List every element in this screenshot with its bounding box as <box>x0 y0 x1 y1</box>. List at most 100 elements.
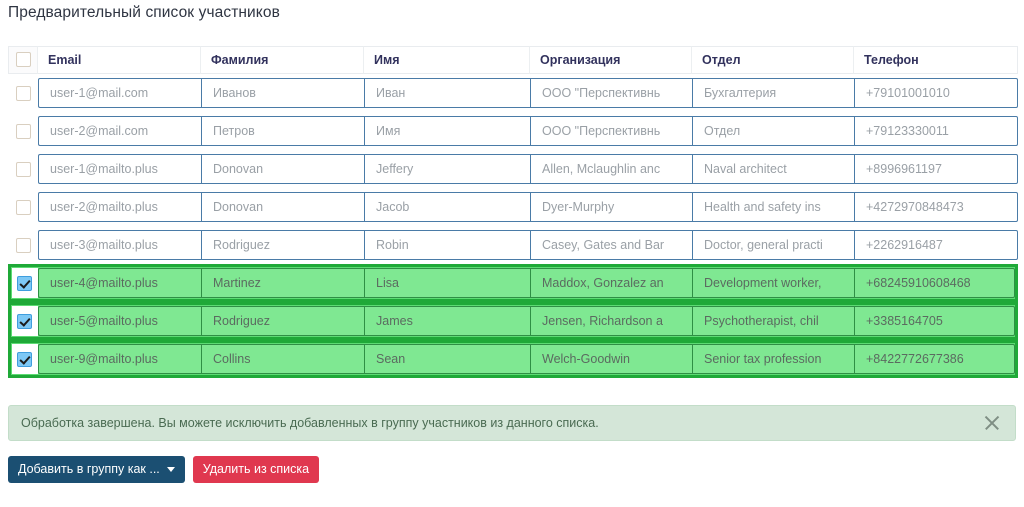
field-first_name[interactable]: Lisa <box>364 268 530 298</box>
field-last_name[interactable]: Donovan <box>201 192 364 222</box>
field-phone[interactable]: +79123330011 <box>854 116 1018 146</box>
field-last_name[interactable]: Rodriguez <box>201 306 364 336</box>
field-last_name[interactable]: Петров <box>201 116 364 146</box>
field-department[interactable]: Отдел <box>692 116 854 146</box>
field-department[interactable]: Бухгалтерия <box>692 78 854 108</box>
field-last_name[interactable]: Иванов <box>201 78 364 108</box>
row-select-checkbox[interactable] <box>17 351 32 367</box>
cell-last_name: Donovan <box>201 150 364 188</box>
table-row[interactable]: user-5@mailto.plus Rodriguez James Jensen, … <box>8 302 1018 340</box>
cell-email: user-3@mailto.plus <box>38 226 201 264</box>
row-select-cell <box>8 188 38 226</box>
column-header-organization[interactable]: Организация <box>530 46 692 74</box>
cell-last_name: Rodriguez <box>201 302 364 340</box>
field-email[interactable]: user-3@mailto.plus <box>38 230 201 260</box>
chevron-down-icon <box>166 467 175 472</box>
field-first_name[interactable]: Sean <box>364 344 530 374</box>
table-row[interactable]: user-4@mailto.plus Martinez Lisa Maddox, Go… <box>8 264 1018 302</box>
table-header-row: Email Фамилия Имя Организация Отдел Теле… <box>8 46 1018 74</box>
field-phone[interactable]: +2262916487 <box>854 230 1018 260</box>
row-select-checkbox[interactable] <box>15 123 31 139</box>
field-organization[interactable]: Allen, Mclaughlin anc <box>530 154 692 184</box>
cell-first_name: James <box>364 302 530 340</box>
row-select-checkbox[interactable] <box>15 85 31 101</box>
field-department[interactable]: Psychotherapist, chil <box>692 306 854 336</box>
field-phone[interactable]: +68245910608468 <box>854 268 1015 298</box>
cell-email: user-1@mailto.plus <box>38 150 201 188</box>
table-row[interactable]: user-2@mail.com Петров Имя ООО "Перспективн… <box>8 112 1018 150</box>
cell-department: Health and safety ins <box>692 188 854 226</box>
row-select-checkbox[interactable] <box>15 199 31 215</box>
field-organization[interactable]: Jensen, Richardson a <box>530 306 692 336</box>
field-department[interactable]: Development worker, <box>692 268 854 298</box>
field-organization[interactable]: ООО "Перспективнь <box>530 78 692 108</box>
field-last_name[interactable]: Donovan <box>201 154 364 184</box>
field-first_name[interactable]: James <box>364 306 530 336</box>
field-first_name[interactable]: Robin <box>364 230 530 260</box>
cell-first_name: Robin <box>364 226 530 264</box>
cell-email: user-2@mailto.plus <box>38 188 201 226</box>
field-email[interactable]: user-1@mailto.plus <box>38 154 201 184</box>
add-to-group-button[interactable]: Добавить в группу как ... <box>8 456 185 483</box>
cell-last_name: Петров <box>201 112 364 150</box>
field-organization[interactable]: Maddox, Gonzalez an <box>530 268 692 298</box>
remove-from-list-button[interactable]: Удалить из списка <box>192 456 320 483</box>
close-icon[interactable] <box>981 412 1003 434</box>
table-body: user-1@mail.com Иванов Иван ООО "Перспектив… <box>8 74 1018 378</box>
row-select-checkbox[interactable] <box>15 161 31 177</box>
cell-organization: Allen, Mclaughlin anc <box>530 150 692 188</box>
field-phone[interactable]: +8996961197 <box>854 154 1018 184</box>
select-all-checkbox[interactable] <box>15 52 31 68</box>
field-phone[interactable]: +3385164705 <box>854 306 1015 336</box>
table-row[interactable]: user-1@mail.com Иванов Иван ООО "Перспектив… <box>8 74 1018 112</box>
cell-department: Бухгалтерия <box>692 74 854 112</box>
field-email[interactable]: user-1@mail.com <box>38 78 201 108</box>
row-select-checkbox[interactable] <box>17 275 32 291</box>
field-department[interactable]: Senior tax profession <box>692 344 854 374</box>
cell-department: Отдел <box>692 112 854 150</box>
field-email[interactable]: user-2@mail.com <box>38 116 201 146</box>
field-department[interactable]: Health and safety ins <box>692 192 854 222</box>
field-first_name[interactable]: Jeffery <box>364 154 530 184</box>
table-row[interactable]: user-9@mailto.plus Collins Sean Welch-Goodw… <box>8 340 1018 378</box>
column-header-first-name[interactable]: Имя <box>364 46 530 74</box>
field-organization[interactable]: ООО "Перспективнь <box>530 116 692 146</box>
field-email[interactable]: user-9@mailto.plus <box>38 344 201 374</box>
table-row[interactable]: user-2@mailto.plus Donovan Jacob Dyer-Murph… <box>8 188 1018 226</box>
table-row[interactable]: user-1@mailto.plus Donovan Jeffery Allen, M… <box>8 150 1018 188</box>
table-header: Email Фамилия Имя Организация Отдел Теле… <box>8 46 1018 74</box>
cell-last_name: Martinez <box>201 264 364 302</box>
participants-table: Email Фамилия Имя Организация Отдел Теле… <box>8 46 1018 378</box>
field-phone[interactable]: +4272970848473 <box>854 192 1018 222</box>
field-organization[interactable]: Welch-Goodwin <box>530 344 692 374</box>
column-header-department[interactable]: Отдел <box>692 46 854 74</box>
row-select-checkbox[interactable] <box>15 237 31 253</box>
field-first_name[interactable]: Иван <box>364 78 530 108</box>
field-email[interactable]: user-2@mailto.plus <box>38 192 201 222</box>
field-first_name[interactable]: Jacob <box>364 192 530 222</box>
field-organization[interactable]: Dyer-Murphy <box>530 192 692 222</box>
row-select-pad <box>10 154 36 184</box>
row-select-checkbox[interactable] <box>17 313 32 329</box>
field-email[interactable]: user-5@mailto.plus <box>38 306 201 336</box>
action-button-bar: Добавить в группу как ... Удалить из спи… <box>8 456 320 483</box>
field-phone[interactable]: +79101001010 <box>854 78 1018 108</box>
column-header-phone[interactable]: Телефон <box>854 46 1018 74</box>
field-department[interactable]: Doctor, general practi <box>692 230 854 260</box>
field-department[interactable]: Naval architect <box>692 154 854 184</box>
participants-page: Предварительный список участников Email … <box>0 0 1024 507</box>
field-first_name[interactable]: Имя <box>364 116 530 146</box>
field-last_name[interactable]: Collins <box>201 344 364 374</box>
cell-organization: Welch-Goodwin <box>530 340 692 378</box>
cell-organization: ООО "Перспективнь <box>530 74 692 112</box>
column-header-last-name[interactable]: Фамилия <box>201 46 364 74</box>
column-header-email[interactable]: Email <box>38 46 201 74</box>
field-email[interactable]: user-4@mailto.plus <box>38 268 201 298</box>
field-organization[interactable]: Casey, Gates and Bar <box>530 230 692 260</box>
cell-last_name: Иванов <box>201 74 364 112</box>
cell-phone: +79123330011 <box>854 112 1018 150</box>
field-last_name[interactable]: Rodriguez <box>201 230 364 260</box>
field-phone[interactable]: +8422772677386 <box>854 344 1015 374</box>
field-last_name[interactable]: Martinez <box>201 268 364 298</box>
table-row[interactable]: user-3@mailto.plus Rodriguez Robin Casey, G… <box>8 226 1018 264</box>
